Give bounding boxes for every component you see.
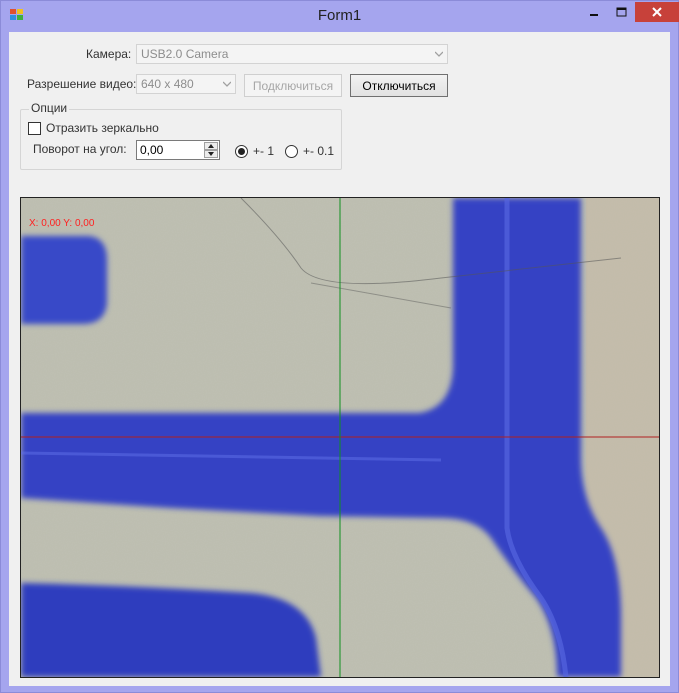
step-0-1-radio[interactable] xyxy=(285,145,298,158)
camera-select[interactable]: USB2.0 Camera xyxy=(136,44,448,64)
mirror-label: Отразить зеркально xyxy=(46,121,159,135)
close-icon xyxy=(652,7,662,17)
minimize-button[interactable] xyxy=(580,2,608,22)
window-title: Form1 xyxy=(317,7,362,24)
disconnect-button[interactable]: Отключиться xyxy=(350,74,448,97)
title-bar[interactable]: Form1 xyxy=(1,1,679,31)
arrow-up-icon xyxy=(208,144,214,148)
app-window: Form1 Камера: USB2.0 Camera Разрешение в… xyxy=(0,0,679,693)
video-frame xyxy=(21,198,659,677)
camera-label: Камера: xyxy=(86,47,132,61)
step-0-1-label: +- 0.1 xyxy=(303,144,335,158)
resolution-select[interactable]: 640 x 480 xyxy=(136,74,236,94)
step-1-radio[interactable] xyxy=(235,145,248,158)
resolution-select-value: 640 x 480 xyxy=(141,77,194,91)
form-client-area: Камера: USB2.0 Camera Разрешение видео: … xyxy=(9,32,670,686)
resolution-label: Разрешение видео: xyxy=(27,77,137,91)
camera-select-value: USB2.0 Camera xyxy=(141,47,229,61)
chevron-down-icon xyxy=(435,51,443,57)
chevron-down-icon xyxy=(223,81,231,87)
spin-up-button[interactable] xyxy=(204,142,218,150)
connect-button[interactable]: Подключиться xyxy=(244,74,342,97)
rotate-label: Поворот на угол: xyxy=(33,142,127,156)
step-1-label: +- 1 xyxy=(253,144,275,158)
rotate-angle-value: 0,00 xyxy=(140,143,164,157)
mirror-checkbox[interactable] xyxy=(28,122,41,135)
options-group-title: Опции xyxy=(29,101,70,115)
radio-selected-dot xyxy=(238,148,245,155)
maximize-button[interactable] xyxy=(608,2,635,22)
video-preview[interactable]: X: 0,00 Y: 0,00 xyxy=(20,197,660,678)
minimize-icon xyxy=(590,14,598,16)
arrow-down-icon xyxy=(208,152,214,156)
spin-down-button[interactable] xyxy=(204,150,218,158)
cursor-coordinates-readout: X: 0,00 Y: 0,00 xyxy=(29,218,95,229)
maximize-icon xyxy=(616,7,627,17)
close-button[interactable] xyxy=(635,2,679,22)
rotate-angle-input[interactable]: 0,00 xyxy=(136,140,220,160)
